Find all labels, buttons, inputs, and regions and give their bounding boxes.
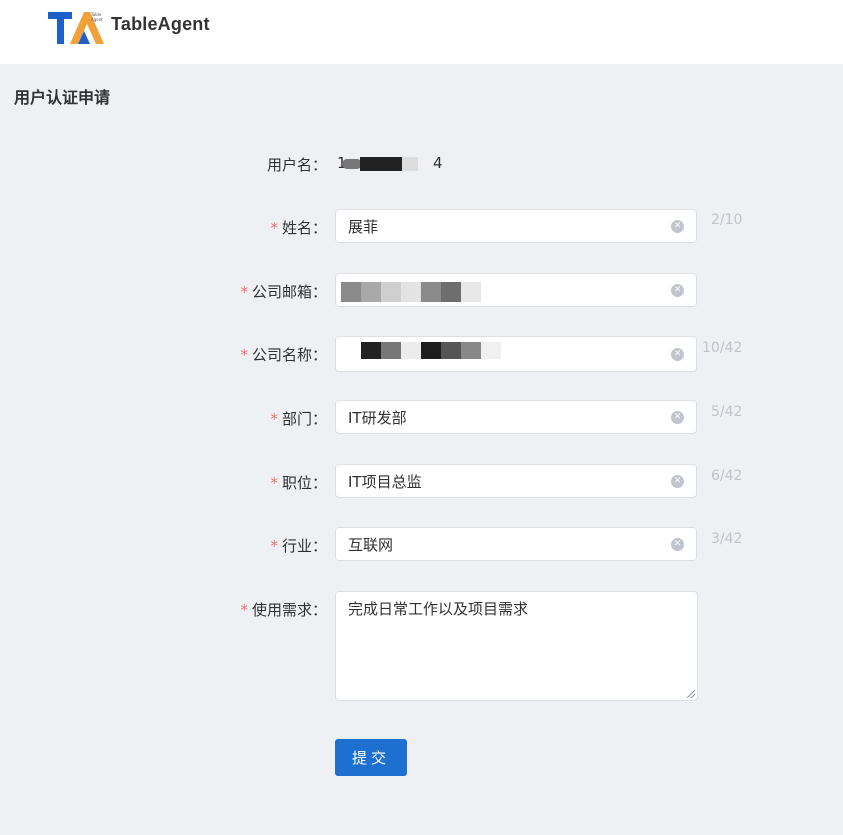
industry-label: * 行业： — [270, 535, 327, 556]
usage-textarea[interactable]: 完成日常工作以及项目需求 — [348, 598, 678, 688]
required-mark: * — [270, 537, 278, 555]
industry-field[interactable]: ✕ — [335, 527, 697, 561]
required-mark: * — [240, 283, 248, 301]
clear-icon[interactable]: ✕ — [671, 348, 684, 361]
company-email-field[interactable]: ✕ — [335, 273, 697, 307]
department-field[interactable]: ✕ — [335, 400, 697, 434]
position-input[interactable] — [348, 465, 658, 497]
brand-name: TableAgent — [111, 14, 210, 34]
usage-label: * 使用需求： — [240, 599, 327, 620]
username-value-end: 4 — [433, 154, 443, 172]
position-char-count: 6/42 — [711, 468, 743, 484]
department-label: * 部门： — [270, 408, 327, 429]
required-mark: * — [270, 474, 278, 492]
app-header: Table Agent TableAgent — [0, 0, 843, 64]
required-mark: * — [240, 346, 248, 364]
position-field[interactable]: ✕ — [335, 464, 697, 498]
company-name-char-count: 10/42 — [702, 340, 743, 356]
company-name-label-text: 公司名称： — [251, 346, 327, 364]
usage-textarea-field[interactable]: 完成日常工作以及项目需求 — [335, 591, 698, 701]
company-name-field[interactable]: ✕ — [335, 336, 697, 372]
company-email-label: * 公司邮箱： — [240, 281, 327, 302]
clear-icon[interactable]: ✕ — [671, 411, 684, 424]
clear-icon[interactable]: ✕ — [671, 284, 684, 297]
industry-input[interactable] — [348, 528, 658, 560]
position-label-text: 职位： — [281, 474, 327, 492]
resize-handle-icon[interactable] — [687, 690, 695, 698]
department-char-count: 5/42 — [711, 404, 743, 420]
name-char-count: 2/10 — [711, 212, 743, 228]
company-name-label: * 公司名称： — [240, 344, 327, 365]
department-label-text: 部门： — [281, 410, 327, 428]
company-email-mask — [341, 282, 486, 302]
required-mark: * — [270, 219, 278, 237]
department-input[interactable] — [348, 401, 658, 433]
required-mark: * — [270, 410, 278, 428]
clear-icon[interactable]: ✕ — [671, 538, 684, 551]
industry-label-text: 行业： — [281, 537, 327, 555]
name-label-text: 姓名： — [281, 219, 327, 237]
usage-label-text: 使用需求： — [251, 601, 327, 619]
industry-char-count: 3/42 — [711, 531, 743, 547]
required-mark: * — [240, 601, 248, 619]
page-title: 用户认证申请 — [14, 88, 111, 107]
logo-small-text: Table Agent — [91, 12, 103, 22]
username-mask — [342, 157, 432, 171]
clear-icon[interactable]: ✕ — [671, 220, 684, 233]
name-input[interactable] — [348, 210, 658, 242]
company-name-mask — [341, 342, 511, 362]
company-email-label-text: 公司邮箱： — [251, 283, 327, 301]
clear-icon[interactable]: ✕ — [671, 475, 684, 488]
name-field[interactable]: ✕ — [335, 209, 697, 243]
name-label: * 姓名： — [270, 217, 327, 238]
username-label: 用户名： — [266, 156, 327, 174]
submit-button[interactable]: 提交 — [335, 739, 407, 776]
position-label: * 职位： — [270, 472, 327, 493]
